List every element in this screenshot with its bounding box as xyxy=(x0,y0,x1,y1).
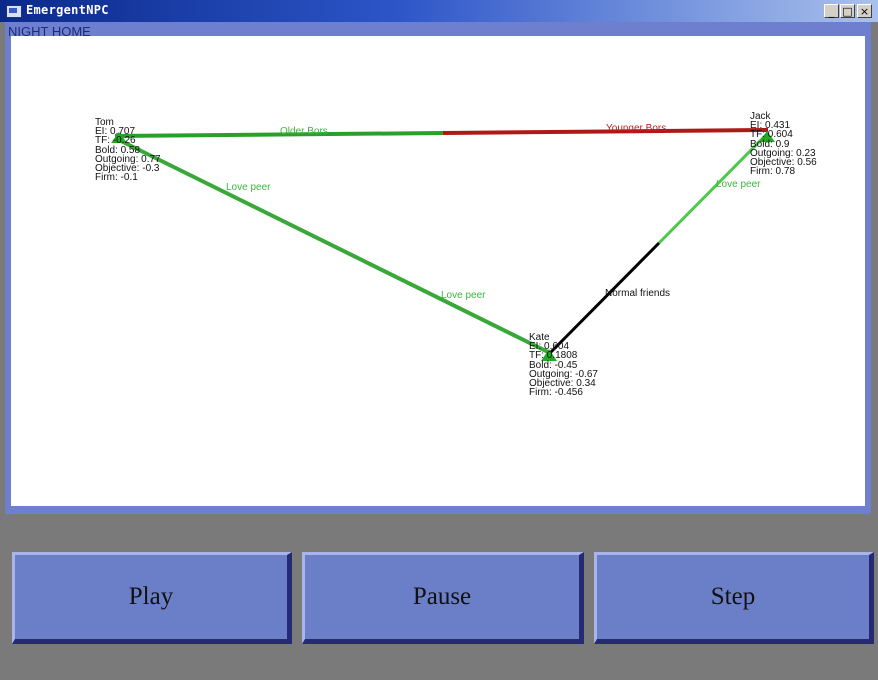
label-love-peer-jack: Love peer xyxy=(716,179,761,190)
step-button[interactable]: Step xyxy=(594,552,874,644)
label-younger-bors: Younger Bors xyxy=(606,123,667,134)
play-button[interactable]: Play xyxy=(12,552,292,644)
node-attr: Firm: -0.456 xyxy=(529,387,583,399)
node-info-kate: Kate EI: 0.604 TF: 0.1808 Bold: -0.45 Ou… xyxy=(529,332,598,399)
label-older-bors: Older Bors xyxy=(280,126,328,137)
edge-tom-kate xyxy=(116,137,549,354)
edge-tom-jack-older xyxy=(114,131,444,138)
node-info-jack: Jack EI: 0.431 TF: 0.604 Bold: 0.9 Outgo… xyxy=(750,111,817,178)
node-info-tom: Tom EI: 0.707 TF: -0.26 Bold: 0.58 Outgo… xyxy=(95,117,161,184)
node-attr: Firm: 0.78 xyxy=(750,166,796,178)
pause-button[interactable]: Pause xyxy=(302,552,584,644)
node-attr: Firm: -0.1 xyxy=(95,172,138,184)
label-normal-friends: Normal friends xyxy=(605,288,671,299)
label-love-peer-kate: Love peer xyxy=(441,290,486,301)
label-love-peer-tom: Love peer xyxy=(226,182,271,193)
